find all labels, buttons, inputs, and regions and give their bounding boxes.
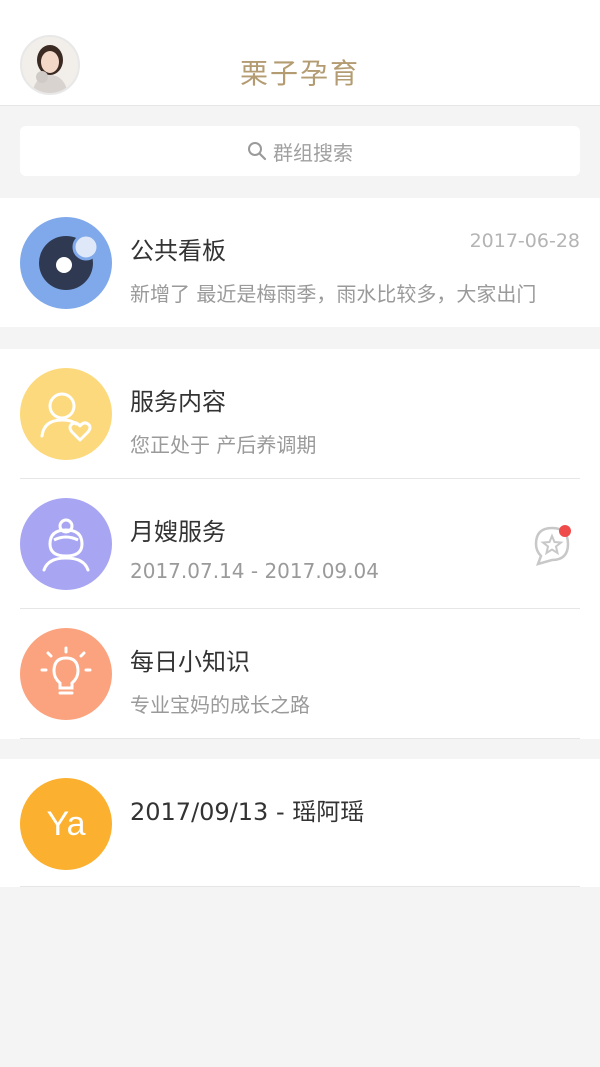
nanny-service-title: 月嫂服务 [130, 518, 226, 546]
divider [20, 886, 580, 887]
list-item-chat[interactable]: Ya 2017/09/13 - 瑶阿瑶 [0, 759, 600, 889]
board-section: 公共看板 新增了 最近是梅雨季，雨水比较多，大家出门 2017-06-28 [0, 198, 600, 327]
nanny-service-dates: 2017.07.14 - 2017.09.04 [130, 559, 379, 583]
service-icon-circle [20, 368, 112, 460]
daily-tips-title: 每日小知识 [130, 648, 250, 676]
board-icon-circle [20, 217, 112, 309]
nanny-icon [42, 518, 90, 572]
page-title: 栗子孕育 [239, 57, 360, 90]
board-preview: 新增了 最近是梅雨季，雨水比较多，大家出门 [130, 282, 537, 306]
search-icon [248, 142, 267, 161]
chat-avatar: Ya [20, 778, 112, 870]
nanny-icon-circle [20, 498, 112, 590]
service-content-title: 服务内容 [130, 388, 226, 416]
list-item-daily-tips[interactable]: 每日小知识 专业宝妈的成长之路 [0, 609, 600, 739]
user-heart-icon [40, 392, 92, 442]
board-title: 公共看板 [130, 237, 226, 265]
app-header: 栗子孕育 [0, 0, 600, 106]
chat-avatar-text: Ya [46, 804, 86, 843]
list-item-nanny-service[interactable]: 月嫂服务 2017.07.14 - 2017.09.04 [0, 479, 600, 609]
star-chat-button[interactable] [530, 524, 574, 568]
daily-tips-subtitle: 专业宝妈的成长之路 [130, 693, 310, 717]
list-item-board[interactable]: 公共看板 新增了 最近是梅雨季，雨水比较多，大家出门 2017-06-28 [0, 198, 600, 328]
eye-icon [39, 233, 100, 290]
list-item-service-content[interactable]: 服务内容 您正处于 产后养调期 [0, 349, 600, 479]
search-placeholder: 群组搜索 [273, 140, 353, 165]
divider [20, 738, 580, 739]
service-content-subtitle: 您正处于 产后养调期 [130, 433, 317, 457]
chat-section: Ya 2017/09/13 - 瑶阿瑶 [0, 759, 600, 887]
search-input[interactable]: 群组搜索 [20, 126, 580, 176]
tips-icon-circle [20, 628, 112, 720]
services-section: 服务内容 您正处于 产后养调期 月嫂服务 2017.07.14 - 2017.0… [0, 349, 600, 739]
chat-title: 2017/09/13 - 瑶阿瑶 [130, 798, 365, 826]
board-date: 2017-06-28 [469, 230, 580, 252]
star-chat-icon [534, 525, 571, 566]
lightbulb-icon [40, 646, 92, 695]
